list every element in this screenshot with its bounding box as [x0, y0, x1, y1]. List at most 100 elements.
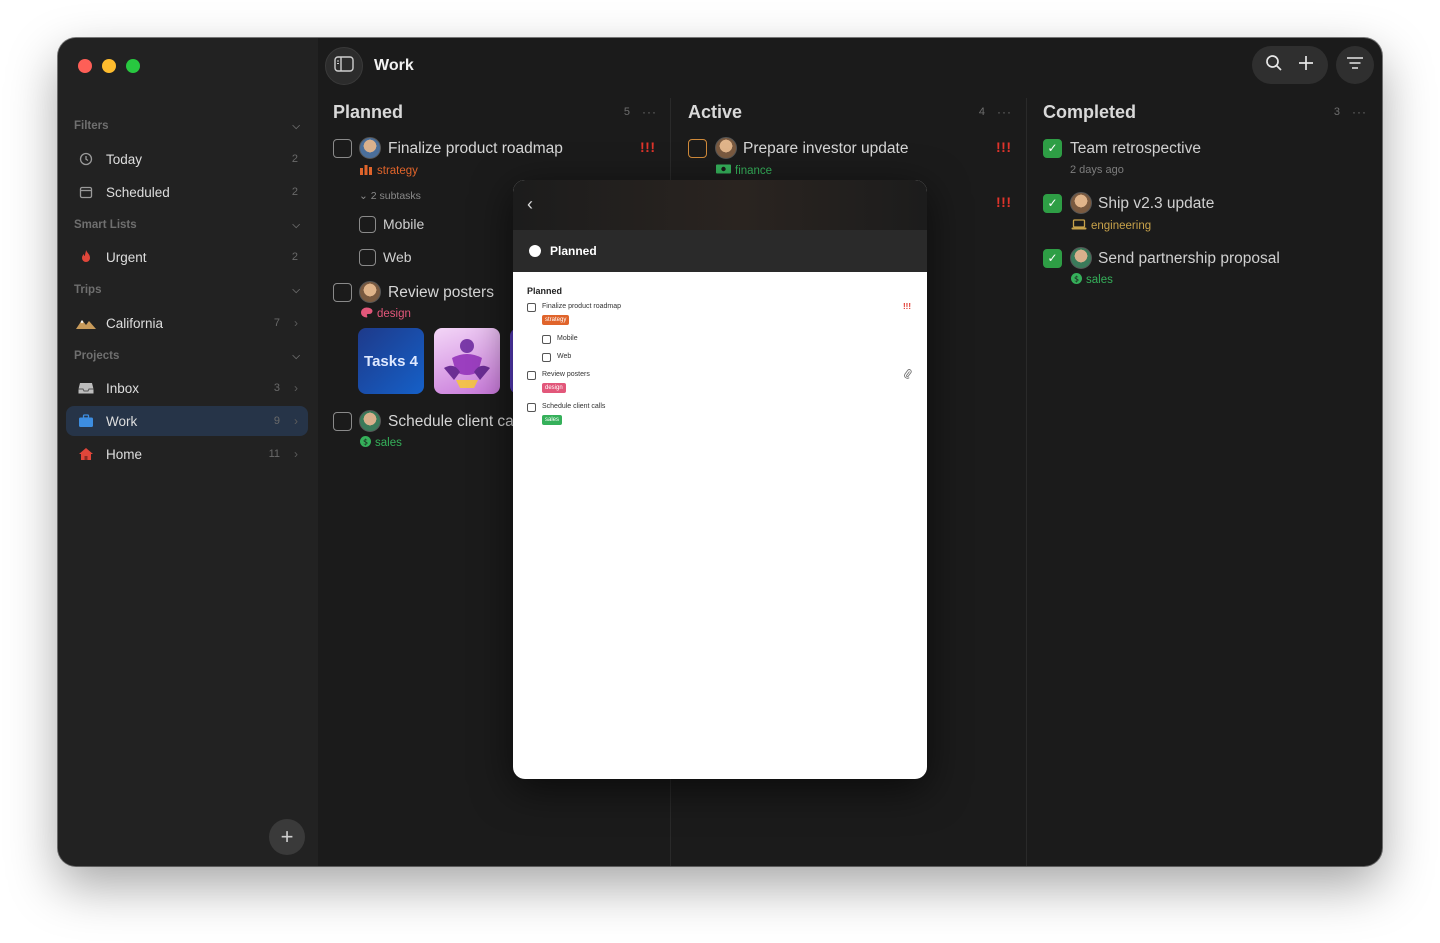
- tag-label: finance: [735, 164, 773, 177]
- overlay-bar-label: Planned: [550, 244, 597, 258]
- task-checkbox[interactable]: [333, 283, 352, 302]
- subtask-title[interactable]: Mobile: [383, 216, 424, 232]
- tag-label: strategy: [377, 165, 418, 177]
- more-options-button[interactable]: ···: [1352, 105, 1367, 119]
- task-title[interactable]: Send partnership proposal: [1098, 250, 1280, 268]
- subtask-checkbox[interactable]: [359, 249, 376, 266]
- avatar: [359, 410, 381, 432]
- sidebar-item-home[interactable]: Home 11 ›: [66, 439, 308, 469]
- section-trips-label: Trips: [74, 284, 102, 296]
- page-title: Work: [374, 57, 414, 74]
- chevron-right-icon: ›: [294, 316, 298, 330]
- task-checkbox-checked[interactable]: ✓: [1043, 139, 1062, 158]
- task-title[interactable]: Finalize product roadmap: [388, 140, 563, 158]
- preview-task-title: Finalize product roadmap: [542, 303, 621, 310]
- task-title[interactable]: Schedule client ca: [388, 413, 514, 431]
- tag-label: design: [377, 308, 411, 320]
- task-title[interactable]: Team retrospective: [1070, 140, 1201, 158]
- task-title[interactable]: Ship v2.3 update: [1098, 195, 1214, 213]
- sidebar-item-today[interactable]: Today 2: [66, 144, 308, 174]
- preview-tag: sales: [542, 415, 563, 425]
- section-filters-label: Filters: [74, 120, 109, 132]
- app-window: Filters ⌵ Today 2 Scheduled 2 Smart List…: [58, 38, 1382, 866]
- overlay-heading: Planned: [527, 286, 563, 296]
- chevron-down-icon: ⌄: [359, 190, 371, 202]
- avatar: [1070, 247, 1092, 269]
- subtask-title[interactable]: Web: [383, 249, 412, 265]
- more-options-button[interactable]: ···: [642, 105, 657, 119]
- more-options-button[interactable]: ···: [997, 105, 1012, 119]
- tag-sales[interactable]: $ sales: [1071, 273, 1113, 287]
- dollar-icon: $: [360, 436, 371, 450]
- search-add-group: [1252, 46, 1328, 84]
- mountain-icon: [76, 315, 96, 331]
- tag-engineering[interactable]: engineering: [1071, 219, 1151, 233]
- sidebar-item-work[interactable]: Work 9 ›: [66, 406, 308, 436]
- preview-checkbox: [527, 371, 536, 380]
- column-divider: [1026, 98, 1027, 866]
- cash-icon: [716, 164, 731, 177]
- column-header-completed: Completed 3 ···: [1043, 100, 1367, 124]
- subtask-checkbox[interactable]: [359, 216, 376, 233]
- sidebar-item-count: 2: [291, 251, 298, 263]
- chevron-down-icon: ⌵: [292, 350, 300, 362]
- poster-illustration: [444, 339, 490, 388]
- paperclip-icon: [904, 369, 912, 381]
- column-count: 4: [978, 106, 985, 118]
- column-count: 3: [1333, 106, 1340, 118]
- sidebar-item-urgent[interactable]: Urgent 2: [66, 242, 308, 272]
- minimize-window-button[interactable]: [102, 59, 116, 73]
- task-checkbox[interactable]: [688, 139, 707, 158]
- add-list-button[interactable]: +: [269, 819, 305, 855]
- svg-text:$: $: [363, 438, 368, 447]
- tag-sales[interactable]: $ sales: [360, 436, 402, 450]
- briefcase-icon: [76, 413, 96, 429]
- preview-priority: !!!: [903, 302, 911, 311]
- tag-label: sales: [375, 437, 402, 449]
- task-checkbox[interactable]: [333, 412, 352, 431]
- sidebar-item-label: Inbox: [106, 380, 140, 396]
- tag-strategy[interactable]: strategy: [360, 164, 418, 178]
- sidebar-item-scheduled[interactable]: Scheduled 2: [66, 177, 308, 207]
- avatar: [1070, 192, 1092, 214]
- section-filters[interactable]: Filters ⌵: [74, 117, 300, 135]
- preview-task-title: Schedule client calls: [542, 403, 606, 410]
- close-window-button[interactable]: [78, 59, 92, 73]
- section-smart-lists[interactable]: Smart Lists ⌵: [74, 216, 300, 234]
- task-checkbox-checked[interactable]: ✓: [1043, 194, 1062, 213]
- tag-finance[interactable]: finance: [716, 164, 772, 177]
- sidebar-item-count: 11: [268, 448, 280, 460]
- tag-design[interactable]: design: [360, 307, 411, 321]
- preview-subtask-checkbox: [542, 353, 551, 362]
- tag-label: engineering: [1091, 220, 1152, 232]
- section-smart-lists-label: Smart Lists: [74, 219, 137, 231]
- back-chevron-icon[interactable]: ‹: [527, 194, 533, 215]
- attachment-thumbnail[interactable]: [434, 328, 500, 394]
- laptop-icon: [1071, 219, 1087, 233]
- task-title[interactable]: Review posters: [388, 284, 494, 302]
- sidebar-item-label: Urgent: [106, 249, 147, 265]
- zoom-window-button[interactable]: [126, 59, 140, 73]
- fire-icon: [76, 249, 96, 265]
- preview-tag: design: [542, 383, 566, 393]
- chevron-down-icon: ⌵: [292, 120, 300, 132]
- subtasks-toggle[interactable]: ⌄ 2 subtasks: [359, 190, 421, 202]
- task-title[interactable]: Prepare investor update: [743, 140, 908, 158]
- sidebar-toggle-button[interactable]: [325, 47, 363, 85]
- checkmark-icon: ✓: [1047, 251, 1058, 265]
- sort-filter-button[interactable]: [1336, 46, 1374, 84]
- tag-label: sales: [1086, 274, 1113, 286]
- task-checkbox-checked[interactable]: ✓: [1043, 249, 1062, 268]
- preview-subtask-title: Web: [557, 353, 572, 360]
- section-projects[interactable]: Projects ⌵: [74, 347, 300, 365]
- attachment-thumbnail[interactable]: Tasks 4: [358, 328, 424, 394]
- sidebar-item-inbox[interactable]: Inbox 3 ›: [66, 373, 308, 403]
- sidebar-item-count: 2: [291, 153, 298, 165]
- search-icon[interactable]: [1265, 54, 1283, 77]
- avatar: [715, 137, 737, 159]
- section-trips[interactable]: Trips ⌵: [74, 281, 300, 299]
- plus-icon[interactable]: [1297, 54, 1315, 77]
- dollar-icon: $: [1071, 273, 1082, 287]
- sidebar-item-california[interactable]: California 7 ›: [66, 308, 308, 338]
- task-checkbox[interactable]: [333, 139, 352, 158]
